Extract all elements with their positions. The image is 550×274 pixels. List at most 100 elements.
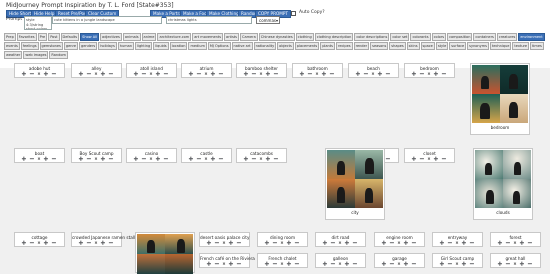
option-card[interactable]: cottage ➕ ➖ ✖ ➕ ➖ bbox=[14, 232, 65, 247]
option-card[interactable]: great hall ➕ ➖ ✖ ➕ ➖ bbox=[490, 253, 541, 268]
tag-liquids[interactable]: liquids bbox=[153, 42, 169, 50]
tag-animals[interactable]: animals bbox=[122, 33, 141, 41]
tag-synonyms[interactable]: synonyms bbox=[467, 42, 489, 50]
option-card[interactable]: bathroom ➕ ➖ ✖ ➕ ➖ bbox=[292, 63, 343, 78]
tag-technique[interactable]: technique bbox=[489, 42, 512, 50]
tag-seasons[interactable]: seasons bbox=[370, 42, 389, 50]
option-card-controls[interactable]: ➕ ➖ ✖ ➕ ➖ bbox=[405, 156, 454, 161]
option-card-controls[interactable]: ➕ ➖ ✖ ➕ ➖ bbox=[182, 156, 231, 161]
tag-prep[interactable]: Prep bbox=[4, 33, 16, 41]
option-card[interactable]: galleon ➕ ➖ ✖ ➕ ➖ bbox=[315, 253, 366, 268]
tag-render[interactable]: render bbox=[353, 42, 370, 50]
option-card[interactable]: bedroom ➕ ➖ ✖ ➕ ➖ bbox=[404, 63, 455, 78]
tag-clothing[interactable]: clothing bbox=[295, 33, 314, 41]
tag-random[interactable]: Random bbox=[49, 51, 68, 59]
tag-camera[interactable]: Camera bbox=[240, 33, 258, 41]
tag-events[interactable]: events bbox=[4, 42, 20, 50]
option-card[interactable]: crowded Japanese ramen stall ➕ ➖ ✖ ➕ ➖ bbox=[71, 232, 135, 247]
tag-gemstones[interactable]: gemstones bbox=[39, 42, 63, 50]
tag-placements[interactable]: placements bbox=[294, 42, 320, 50]
option-card-controls[interactable]: ➕ ➖ ✖ ➕ ➖ bbox=[316, 261, 365, 266]
tag-texture[interactable]: texture bbox=[512, 42, 530, 50]
option-card[interactable]: atoll island ➕ ➖ ✖ ➕ ➖ bbox=[126, 63, 177, 78]
tag-web-images[interactable]: web images bbox=[23, 51, 49, 59]
tag-space[interactable]: space bbox=[420, 42, 435, 50]
option-card[interactable]: Boy Scout camp ➕ ➖ ✖ ➕ ➖ bbox=[71, 148, 122, 163]
tag-architecture-com[interactable]: architecture.com bbox=[157, 33, 192, 41]
option-card-controls[interactable]: ➕ ➖ ✖ ➕ ➖ bbox=[405, 71, 454, 76]
option-card-controls[interactable]: ➕ ➖ ✖ ➕ ➖ bbox=[293, 71, 342, 76]
image-card-clouds[interactable]: clouds bbox=[473, 148, 533, 220]
option-card[interactable]: French café on the Riviera ➕ ➖ ✖ ➕ ➖ bbox=[199, 253, 255, 268]
tag-containers[interactable]: containers bbox=[473, 33, 496, 41]
tag-art-movements[interactable]: art movements bbox=[192, 33, 224, 41]
option-card-controls[interactable]: ➕ ➖ ✖ ➕ ➖ bbox=[349, 71, 398, 76]
option-card[interactable]: bamboo shelter ➕ ➖ ✖ ➕ ➖ bbox=[236, 63, 287, 78]
tag-weather[interactable]: weather bbox=[4, 51, 23, 59]
option-card[interactable]: French chalet ➕ ➖ ✖ ➕ ➖ bbox=[257, 253, 308, 268]
tag-location[interactable]: location bbox=[169, 42, 188, 50]
option-card[interactable]: alley ➕ ➖ ✖ ➕ ➖ bbox=[71, 63, 122, 78]
tag-composition[interactable]: composition bbox=[447, 33, 473, 41]
option-card-controls[interactable]: ➕ ➖ ✖ ➕ ➖ bbox=[200, 240, 249, 245]
option-card-controls[interactable]: ➕ ➖ ✖ ➕ ➖ bbox=[72, 240, 121, 245]
option-card-controls[interactable]: ➕ ➖ ✖ ➕ ➖ bbox=[258, 240, 307, 245]
tag-favorites[interactable]: Favorites bbox=[16, 33, 37, 41]
option-card-controls[interactable]: ➕ ➖ ✖ ➕ ➖ bbox=[72, 71, 121, 76]
option-card[interactable]: adobe hut ➕ ➖ ✖ ➕ ➖ bbox=[14, 63, 65, 78]
tag-artists[interactable]: artists bbox=[224, 33, 239, 41]
option-card[interactable]: Girl Scout camp ➕ ➖ ✖ ➕ ➖ bbox=[432, 253, 483, 268]
tag-objects[interactable]: objects bbox=[277, 42, 294, 50]
tag-color-set[interactable]: color set bbox=[390, 33, 410, 41]
option-card[interactable]: engine room ➕ ➖ ✖ ➕ ➖ bbox=[374, 232, 425, 247]
tag-adjectives[interactable]: adjectives bbox=[100, 33, 122, 41]
option-card-controls[interactable]: ➕ ➖ ✖ ➕ ➖ bbox=[15, 240, 64, 245]
option-card-controls[interactable]: ➕ ➖ ✖ ➕ ➖ bbox=[72, 156, 121, 161]
tag-creatures[interactable]: creatures bbox=[496, 33, 518, 41]
image-card-city[interactable]: city bbox=[325, 148, 385, 220]
option-card-controls[interactable]: ➕ ➖ ✖ ➕ ➖ bbox=[127, 156, 176, 161]
tag-style[interactable]: style bbox=[435, 42, 449, 50]
tag-color-descriptions[interactable]: color descriptions bbox=[354, 33, 390, 41]
tag-environment[interactable]: environment bbox=[518, 33, 545, 41]
tag-chinese-dynasties[interactable]: Chinese dynasties bbox=[258, 33, 295, 41]
option-card[interactable]: catacombs ➕ ➖ ✖ ➕ ➖ bbox=[236, 148, 287, 163]
tag-surface[interactable]: surface bbox=[449, 42, 467, 50]
tag-show-all[interactable]: Show All bbox=[80, 33, 100, 41]
option-card-controls[interactable]: ➕ ➖ ✖ ➕ ➖ bbox=[316, 240, 365, 245]
tag-human[interactable]: human bbox=[117, 42, 135, 50]
tag-times[interactable]: times bbox=[530, 42, 544, 50]
option-card[interactable]: dining room ➕ ➖ ✖ ➕ ➖ bbox=[257, 232, 308, 247]
image-card-bedroom[interactable]: bedroom bbox=[470, 63, 530, 135]
tag-colors[interactable]: colors bbox=[431, 33, 447, 41]
tag-medium[interactable]: medium bbox=[188, 42, 207, 50]
tag-nationality[interactable]: nationality bbox=[253, 42, 277, 50]
option-card-controls[interactable]: ➕ ➖ ✖ ➕ ➖ bbox=[127, 71, 176, 76]
tag-native-art[interactable]: native art bbox=[231, 42, 253, 50]
option-card-controls[interactable]: ➕ ➖ ✖ ➕ ➖ bbox=[433, 240, 482, 245]
option-card-controls[interactable]: ➕ ➖ ✖ ➕ ➖ bbox=[258, 261, 307, 266]
option-card[interactable]: atrium ➕ ➖ ✖ ➕ ➖ bbox=[181, 63, 232, 78]
tag-clothing-description[interactable]: clothing description bbox=[314, 33, 354, 41]
tag-feelings[interactable]: feelings bbox=[20, 42, 39, 50]
tag-genre[interactable]: genre bbox=[63, 42, 78, 50]
tag-mj-options[interactable]: MJ Options bbox=[207, 42, 231, 50]
option-card-controls[interactable]: ➕ ➖ ✖ ➕ ➖ bbox=[237, 156, 286, 161]
option-card-controls[interactable]: ➕ ➖ ✖ ➕ ➖ bbox=[200, 261, 249, 266]
tag-lighting[interactable]: lighting bbox=[135, 42, 153, 50]
auto-copy-checkbox[interactable] bbox=[291, 11, 296, 16]
option-card-controls[interactable]: ➕ ➖ ✖ ➕ ➖ bbox=[491, 261, 540, 266]
option-card-controls[interactable]: ➕ ➖ ✖ ➕ ➖ bbox=[15, 156, 64, 161]
tag-holidays[interactable]: holidays bbox=[98, 42, 117, 50]
tag-post[interactable]: Post bbox=[48, 33, 60, 41]
option-card[interactable]: castle ➕ ➖ ✖ ➕ ➖ bbox=[181, 148, 232, 163]
post-prompt-field[interactable]: christmas lights bbox=[166, 16, 252, 24]
option-card[interactable]: dirt road ➕ ➖ ✖ ➕ ➖ bbox=[315, 232, 366, 247]
tag-genders[interactable]: genders bbox=[78, 42, 98, 50]
tag-colorants[interactable]: colorants bbox=[410, 33, 431, 41]
option-card[interactable]: closet ➕ ➖ ✖ ➕ ➖ bbox=[404, 148, 455, 163]
tag-pre[interactable]: Pre bbox=[37, 33, 48, 41]
tag-recipes[interactable]: recipes bbox=[335, 42, 353, 50]
option-card[interactable]: forest ➕ ➖ ✖ ➕ ➖ bbox=[490, 232, 541, 247]
option-card-controls[interactable]: ➕ ➖ ✖ ➕ ➖ bbox=[375, 240, 424, 245]
